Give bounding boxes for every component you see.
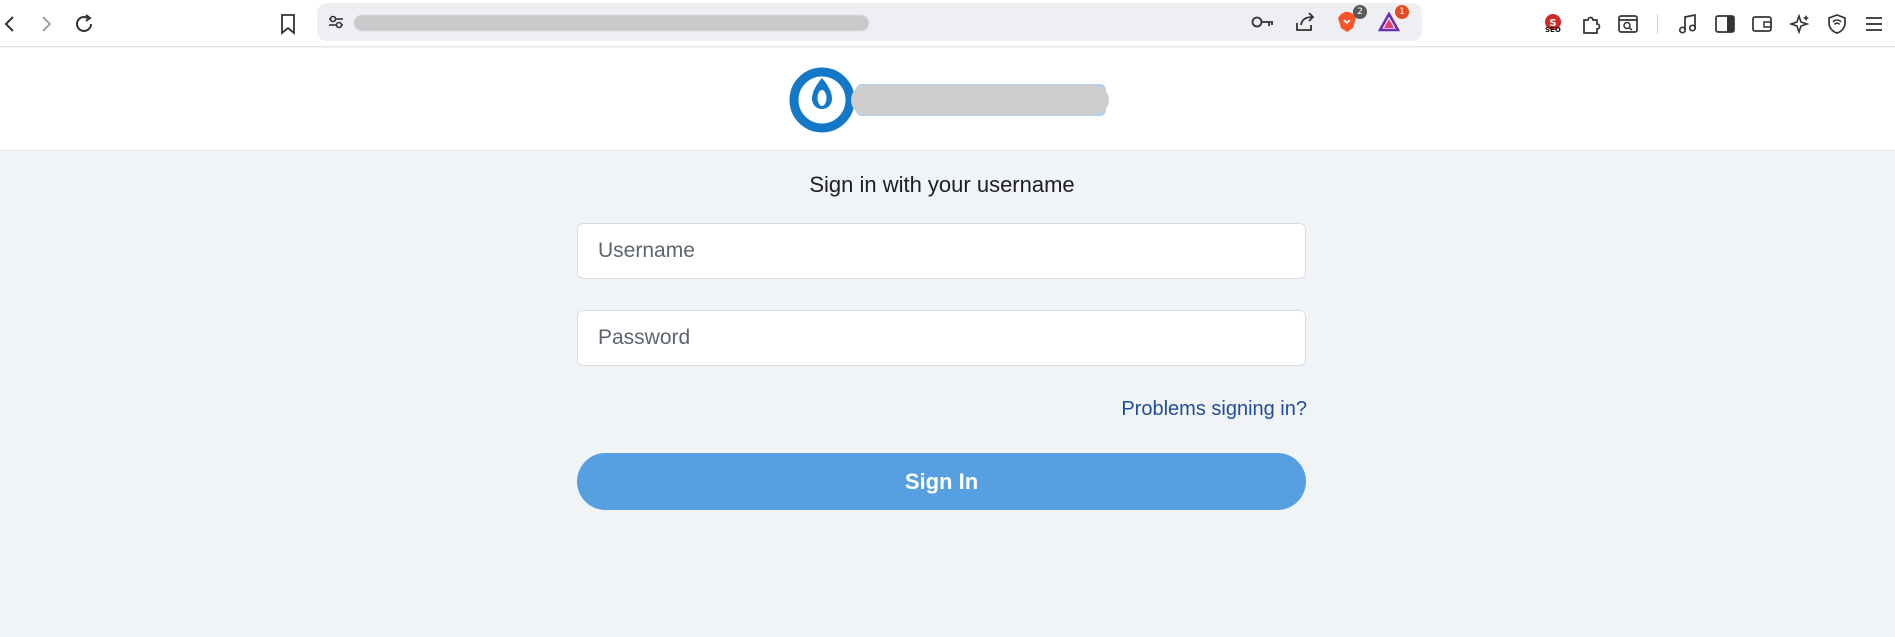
password-input[interactable] [577, 310, 1306, 366]
media-icon[interactable] [1674, 10, 1702, 38]
rewards-badge: 1 [1395, 5, 1409, 19]
seo-extension-icon[interactable]: S SEO [1539, 10, 1567, 38]
back-icon[interactable] [0, 10, 24, 38]
shields-badge: 2 [1353, 5, 1367, 19]
browser-toolbar: 2 1 S SEO [0, 0, 1895, 47]
bookmark-icon[interactable] [274, 10, 302, 38]
menu-icon[interactable] [1860, 10, 1888, 38]
tab-search-icon[interactable] [1614, 10, 1642, 38]
brave-shields-icon[interactable]: 2 [1333, 5, 1367, 36]
leo-ai-icon[interactable] [1786, 10, 1814, 38]
sign-in-button[interactable]: Sign In [577, 453, 1306, 510]
url-text[interactable] [354, 15, 869, 31]
site-settings-icon[interactable] [322, 8, 350, 36]
sidebar-icon[interactable] [1711, 10, 1739, 38]
vpn-icon[interactable] [1823, 10, 1851, 38]
wallet-icon[interactable] [1748, 10, 1776, 38]
username-input[interactable] [577, 223, 1306, 279]
problems-signing-in-link[interactable]: Problems signing in? [1000, 398, 1307, 421]
brave-rewards-icon[interactable]: 1 [1375, 5, 1409, 36]
forward-icon[interactable] [32, 10, 60, 38]
page-title: Sign in with your username [809, 172, 1075, 197]
key-icon[interactable] [1249, 8, 1277, 36]
address-bar[interactable]: 2 1 [317, 3, 1422, 41]
seo-extension-label: SEO [1545, 26, 1561, 34]
toolbar-divider [1657, 14, 1658, 34]
extensions-icon[interactable] [1577, 10, 1605, 38]
logo-text-redacted [851, 85, 1109, 115]
reload-icon[interactable] [70, 10, 98, 38]
share-icon[interactable] [1291, 8, 1319, 36]
